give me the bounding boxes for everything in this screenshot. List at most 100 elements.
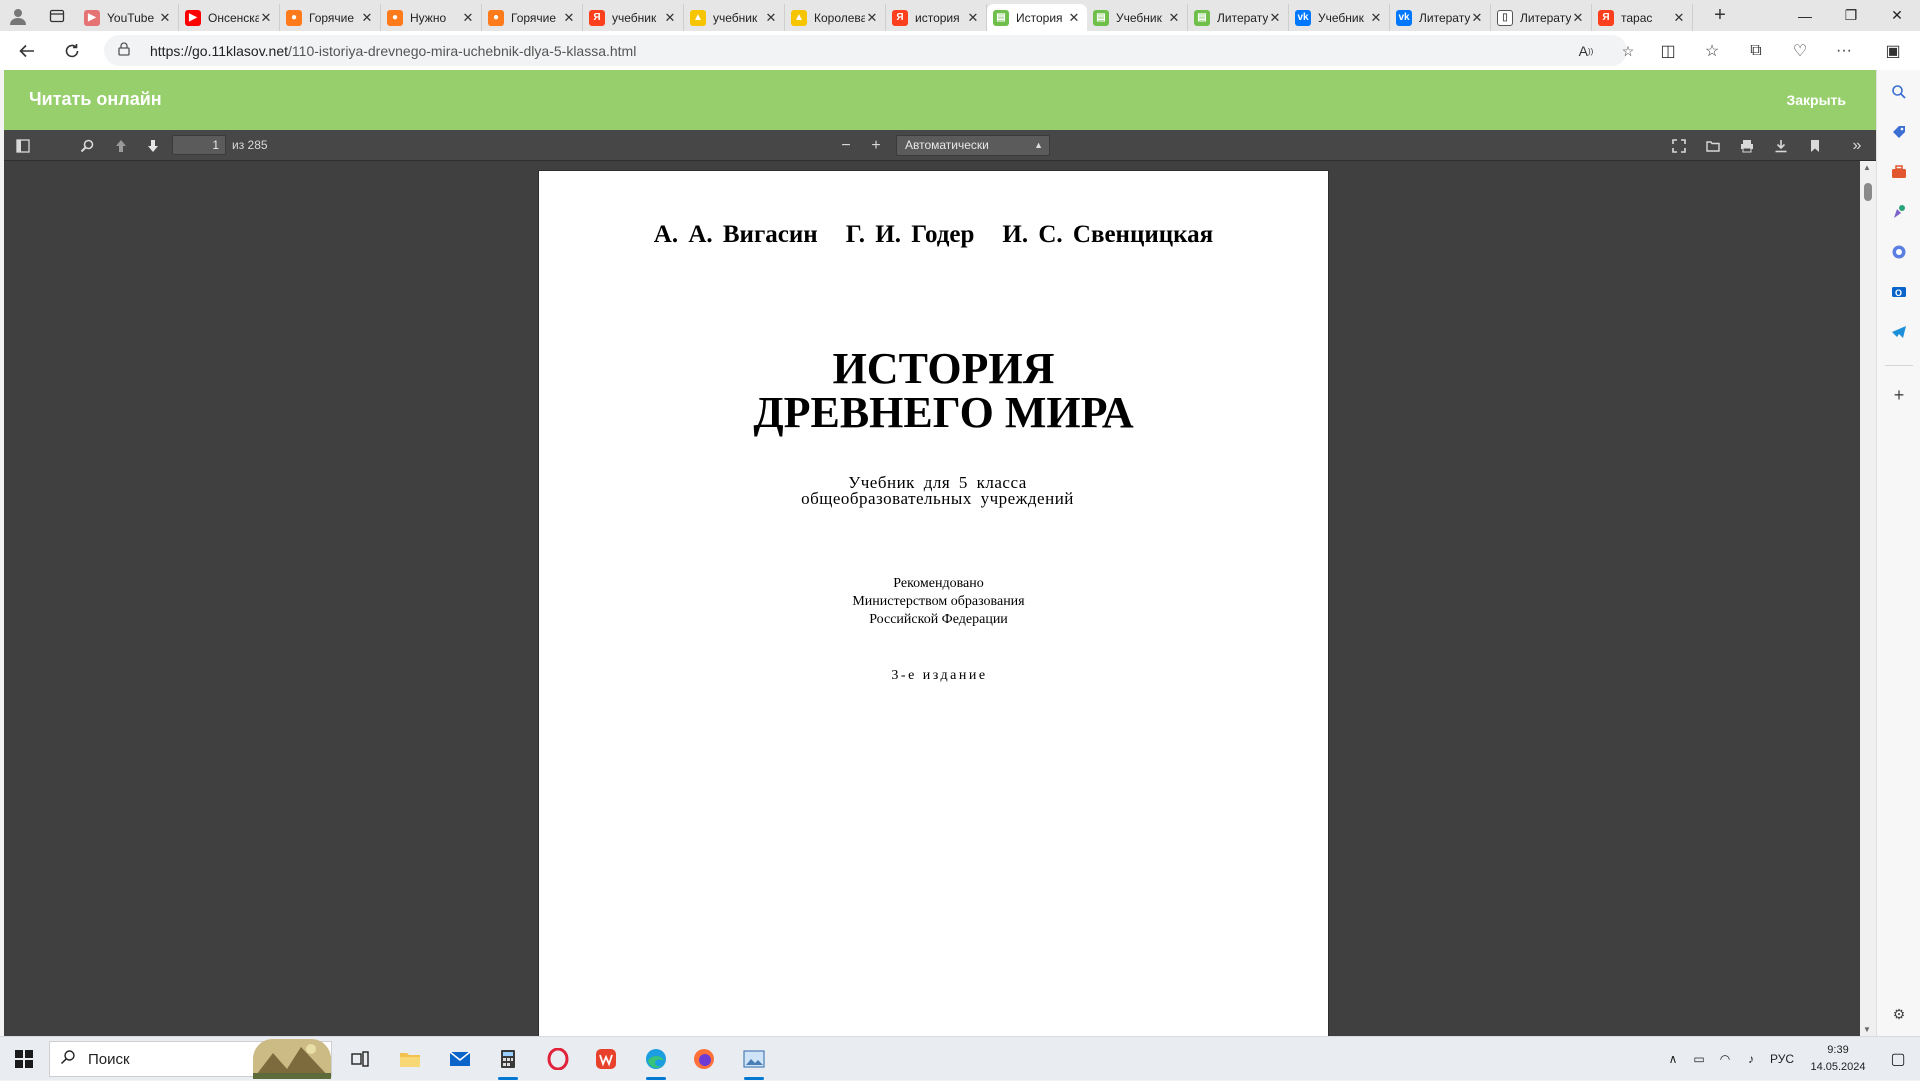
add-sidebar-app-icon[interactable]: + xyxy=(1888,384,1910,406)
show-hidden-icons-chevron-icon[interactable]: ∧ xyxy=(1660,1052,1686,1066)
outlook-icon[interactable]: O xyxy=(1888,281,1910,303)
sidebar-toggle-pdf-icon[interactable] xyxy=(13,136,33,156)
next-page-icon[interactable] xyxy=(143,136,163,156)
close-tab-icon[interactable]: ✕ xyxy=(1067,10,1081,26)
page-number-input[interactable]: 1 xyxy=(172,135,226,155)
browser-tab[interactable]: ▤ Учебник ✕ xyxy=(1087,4,1188,31)
close-tab-icon[interactable]: ✕ xyxy=(259,10,273,26)
wps-office-icon[interactable] xyxy=(590,1043,622,1075)
read-aloud-icon[interactable]: A)) xyxy=(1575,40,1597,62)
find-search-icon[interactable] xyxy=(77,136,97,156)
browser-tab[interactable]: vk Учебник ✕ xyxy=(1289,4,1390,31)
sidebar-settings-gear-icon[interactable]: ⚙ xyxy=(1888,1003,1910,1025)
windows-start-icon[interactable] xyxy=(0,1037,48,1081)
split-screen-icon[interactable]: ◫ xyxy=(1646,31,1690,70)
browser-tab[interactable]: ▲ учебник ✕ xyxy=(684,4,785,31)
lock-icon[interactable] xyxy=(118,42,134,59)
reader-header: Читать онлайн Закрыть xyxy=(4,70,1876,130)
telegram-icon[interactable] xyxy=(1888,321,1910,343)
battery-icon[interactable]: ▭ xyxy=(1686,1052,1712,1066)
browser-tab[interactable]: Ятарас ✕ xyxy=(1592,4,1693,31)
tools-menu-icon[interactable]: » xyxy=(1847,136,1867,156)
browser-tab[interactable]: ▤ История ✕ xyxy=(987,4,1087,31)
bookmark-icon[interactable] xyxy=(1805,136,1825,156)
browser-tab[interactable]: ▶ YouTube ✕ xyxy=(78,4,179,31)
close-tab-icon[interactable]: ✕ xyxy=(461,10,475,26)
edge-browser-icon[interactable] xyxy=(640,1043,672,1080)
address-bar[interactable]: https://go.11klasov.net/110-istoriya-dre… xyxy=(104,35,1634,66)
close-tab-icon[interactable]: ✕ xyxy=(1470,10,1484,26)
browser-tab[interactable]: ▶ Онсенская✕ xyxy=(179,4,280,31)
previous-page-icon[interactable] xyxy=(111,136,131,156)
volume-icon[interactable]: ♪ xyxy=(1738,1052,1764,1066)
open-file-icon[interactable] xyxy=(1703,136,1723,156)
zoom-value: Автоматически xyxy=(905,138,989,152)
url-text[interactable]: https://go.11klasov.net/110-istoriya-dre… xyxy=(150,43,636,59)
zoom-out-icon[interactable]: − xyxy=(836,136,856,156)
close-tab-icon[interactable]: ✕ xyxy=(1167,10,1181,26)
new-tab-button[interactable]: + xyxy=(1703,0,1737,31)
zoom-select[interactable]: Автоматически▲▼ xyxy=(896,135,1050,169)
close-window-icon[interactable]: ✕ xyxy=(1874,0,1920,31)
mail-icon[interactable] xyxy=(444,1043,476,1075)
browser-tab[interactable]: vk Литература✕ xyxy=(1390,4,1491,31)
print-icon[interactable] xyxy=(1737,136,1757,156)
browser-tab[interactable]: ▯ Литература✕ xyxy=(1491,4,1592,31)
zoom-in-icon[interactable]: + xyxy=(866,136,886,156)
task-view-icon[interactable] xyxy=(344,1043,376,1075)
more-menu-icon[interactable]: ··· xyxy=(1822,31,1866,70)
system-clock[interactable]: 9:39 14.05.2024 xyxy=(1800,1042,1876,1076)
tools-briefcase-icon[interactable] xyxy=(1888,161,1910,183)
browser-essentials-icon[interactable]: ♡ xyxy=(1778,31,1822,70)
vertical-scrollbar[interactable]: ▲ ▼ xyxy=(1860,161,1876,1036)
profile-avatar-icon[interactable] xyxy=(0,0,36,31)
firefox-icon[interactable] xyxy=(688,1043,720,1075)
browser-tab[interactable]: ● Горячие ✕ xyxy=(482,4,583,31)
notification-center-icon[interactable]: ▢ xyxy=(1876,1049,1920,1069)
download-icon[interactable] xyxy=(1771,136,1791,156)
scroll-down-icon[interactable]: ▼ xyxy=(1863,1025,1871,1034)
language-indicator[interactable]: РУС xyxy=(1764,1052,1800,1066)
close-tab-icon[interactable]: ✕ xyxy=(1571,10,1585,26)
image-viewer-icon[interactable] xyxy=(738,1043,770,1080)
favorites-icon[interactable]: ☆ xyxy=(1690,31,1734,70)
refresh-icon[interactable] xyxy=(54,33,90,69)
minimize-icon[interactable]: — xyxy=(1782,0,1828,31)
sidebar-search-icon[interactable] xyxy=(1888,81,1910,103)
games-icon[interactable] xyxy=(1888,201,1910,223)
taskbar-search-box[interactable]: Поиск xyxy=(49,1039,332,1079)
close-tab-icon[interactable]: ✕ xyxy=(1268,10,1282,26)
browser-tab[interactable]: Яучебник ✕ xyxy=(583,4,684,31)
restore-icon[interactable]: ❐ xyxy=(1828,0,1874,31)
back-arrow-icon[interactable] xyxy=(9,33,45,69)
wifi-icon[interactable]: ◠ xyxy=(1712,1052,1738,1066)
pdf-viewport[interactable]: А. А. Вигасин Г. И. Годер И. С. Свенцицкая… xyxy=(4,161,1876,1036)
close-tab-icon[interactable]: ✕ xyxy=(865,10,879,26)
browser-tab[interactable]: ● Нужно ✕ xyxy=(381,4,482,31)
browser-tab[interactable]: ● Горячие ✕ xyxy=(280,4,381,31)
close-tab-icon[interactable]: ✕ xyxy=(1672,10,1686,26)
browser-tab[interactable]: Яистория ✕ xyxy=(886,4,987,31)
sidebar-toggle-icon[interactable]: ▣ xyxy=(1866,31,1920,70)
microsoft-365-icon[interactable] xyxy=(1888,241,1910,263)
file-explorer-icon[interactable] xyxy=(394,1043,426,1075)
browser-tab[interactable]: ▤ Литература✕ xyxy=(1188,4,1289,31)
favorite-star-icon[interactable]: ☆ xyxy=(1617,40,1639,62)
presentation-mode-icon[interactable] xyxy=(1669,136,1689,156)
tab-actions-icon[interactable] xyxy=(36,0,78,31)
close-tab-icon[interactable]: ✕ xyxy=(966,10,980,26)
scroll-up-icon[interactable]: ▲ xyxy=(1863,163,1871,172)
close-tab-icon[interactable]: ✕ xyxy=(663,10,677,26)
close-tab-icon[interactable]: ✕ xyxy=(1369,10,1383,26)
close-tab-icon[interactable]: ✕ xyxy=(158,10,172,26)
close-tab-icon[interactable]: ✕ xyxy=(764,10,778,26)
browser-tab[interactable]: ▲ Королева ✕ xyxy=(785,4,886,31)
scrollbar-thumb[interactable] xyxy=(1864,183,1872,201)
close-tab-icon[interactable]: ✕ xyxy=(360,10,374,26)
calculator-icon[interactable] xyxy=(492,1043,524,1080)
close-reader-button[interactable]: Закрыть xyxy=(1786,92,1846,108)
close-tab-icon[interactable]: ✕ xyxy=(562,10,576,26)
collections-icon[interactable]: ⧉ xyxy=(1734,31,1778,70)
shopping-tag-icon[interactable] xyxy=(1888,121,1910,143)
opera-icon[interactable] xyxy=(542,1043,574,1075)
